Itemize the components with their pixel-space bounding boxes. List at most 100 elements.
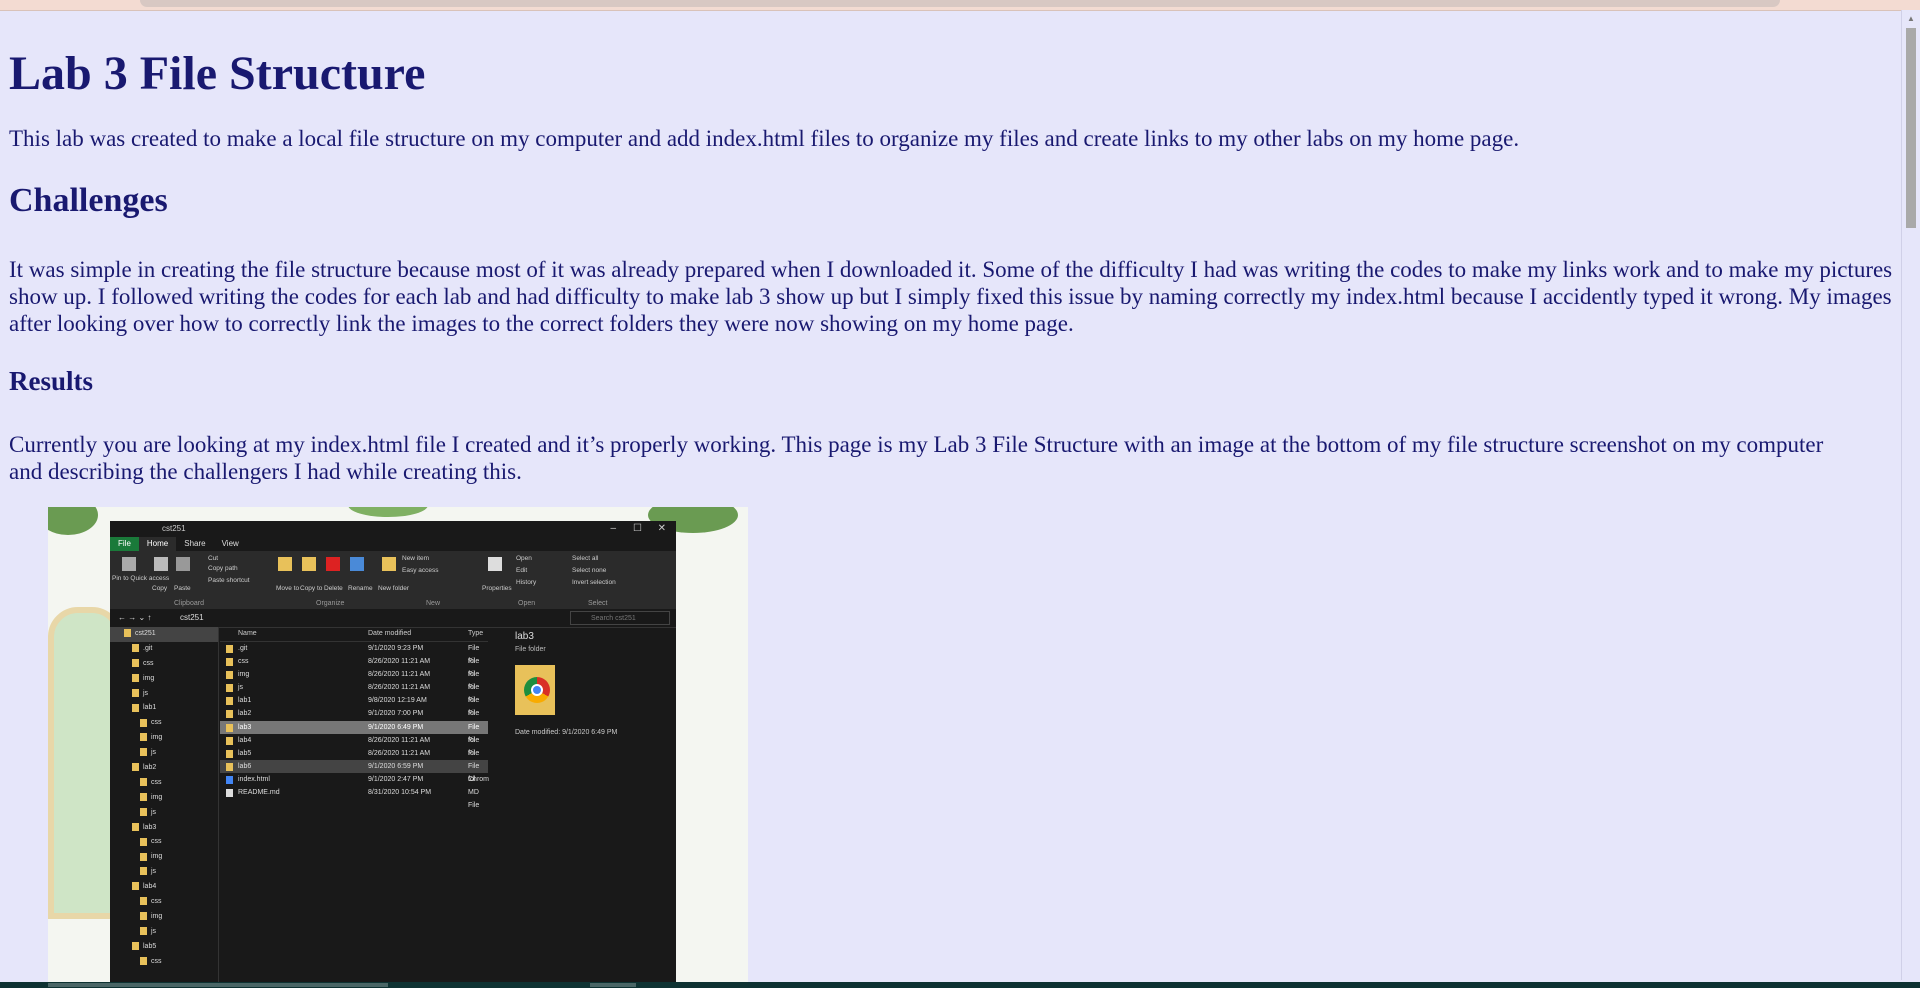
tree-item-label: img xyxy=(151,912,163,920)
challenges-heading: Challenges xyxy=(9,181,168,219)
tree-item: js xyxy=(110,687,218,702)
file-date: 9/1/2020 6:49 PM xyxy=(368,723,424,731)
rename-icon xyxy=(350,557,364,571)
ribbon-label: Properties xyxy=(482,585,512,592)
ribbon-label: Copy xyxy=(152,585,168,592)
file-list: Name Date modified Type .git 9/1/2020 9:2… xyxy=(220,627,489,809)
column-date: Date modified xyxy=(368,630,412,637)
explorer-search: Search cst251 xyxy=(570,611,670,625)
folder-icon xyxy=(132,882,139,891)
folder-icon xyxy=(132,941,139,950)
preview-date: Date modified: 9/1/2020 6:49 PM xyxy=(515,729,665,736)
ribbon-label: Select all xyxy=(572,555,599,562)
ribbon-label: Delete xyxy=(324,585,343,592)
tree-item: img xyxy=(110,910,218,925)
file-name: js xyxy=(238,684,244,692)
tree-item: img xyxy=(110,791,218,806)
tree-item-label: .git xyxy=(143,644,153,652)
folder-icon xyxy=(132,688,139,697)
file-date: 8/26/2020 11:21 AM xyxy=(368,736,431,744)
ribbon-label: Select none xyxy=(572,567,607,574)
tree-item-label: css xyxy=(143,659,154,667)
file-row: lab29/1/2020 7:00 PMFile fol xyxy=(220,707,488,731)
move-to-icon xyxy=(278,557,292,571)
taskbar-segment xyxy=(48,983,388,987)
tree-item: css xyxy=(110,835,218,850)
folder-icon xyxy=(132,703,139,712)
scroll-up-icon[interactable]: ▲ xyxy=(1907,14,1915,23)
folder-icon xyxy=(132,658,139,667)
folder-icon xyxy=(140,912,147,921)
close-icon: ✕ xyxy=(657,523,666,534)
folder-icon xyxy=(140,897,147,906)
file-name: .git xyxy=(238,645,248,652)
folder-icon xyxy=(140,807,147,816)
file-icon xyxy=(226,789,233,798)
tree-item: css xyxy=(110,895,218,910)
file-name: lab4 xyxy=(238,736,252,744)
file-row: css 8/26/2020 11:21 AM File fol xyxy=(220,655,488,678)
chrome-file-icon xyxy=(226,775,233,784)
ribbon-label: Rename xyxy=(348,585,373,592)
file-name: lab6 xyxy=(238,762,252,770)
folder-icon xyxy=(140,926,147,935)
ribbon-label: History xyxy=(516,579,537,586)
folder-icon xyxy=(226,749,233,758)
tree-item-label: css xyxy=(151,838,162,846)
tree-item: lab5 xyxy=(110,940,218,955)
preview-type: File folder xyxy=(515,646,546,653)
ribbon-label: Move to xyxy=(276,585,300,592)
tree-item-label: lab4 xyxy=(143,883,157,891)
file-name: lab2 xyxy=(238,710,252,718)
file-date: 9/8/2020 12:19 AM xyxy=(368,697,427,705)
file-name: css xyxy=(238,658,249,666)
maximize-icon: ☐ xyxy=(633,523,642,534)
tree-item: cst251 xyxy=(110,627,218,642)
folder-icon xyxy=(140,792,147,801)
copy-icon xyxy=(154,557,168,571)
tree-item: img xyxy=(110,850,218,865)
file-list-header: Name Date modified Type xyxy=(220,627,488,642)
tree-item-label: js xyxy=(151,927,157,935)
page-scrollbar[interactable]: ▲ xyxy=(1901,10,1920,980)
file-name: img xyxy=(238,671,250,679)
ribbon-label: Edit xyxy=(516,567,528,574)
folder-icon xyxy=(226,697,233,706)
address-bar[interactable] xyxy=(140,0,1780,7)
tree-item: css xyxy=(110,955,218,970)
folder-icon xyxy=(140,852,147,861)
folder-icon xyxy=(226,710,233,719)
folder-icon xyxy=(132,822,139,831)
page-title: Lab 3 File Structure xyxy=(9,47,426,100)
file-row: lab58/26/2020 11:21 AMFile fol xyxy=(220,747,488,770)
group-label: Clipboard xyxy=(174,600,204,607)
window-title: cst251 xyxy=(162,524,186,533)
intro-paragraph: This lab was created to make a local fil… xyxy=(9,126,1520,152)
tab-view: View xyxy=(221,539,239,548)
tree-item-label: js xyxy=(151,808,157,816)
folder-icon xyxy=(515,665,555,715)
tree-item: lab4 xyxy=(110,880,218,895)
folder-icon xyxy=(226,645,233,653)
ribbon-label: Paste shortcut xyxy=(208,577,250,584)
file-name: lab1 xyxy=(238,697,252,705)
tree-item: js xyxy=(110,865,218,880)
tree-item: lab3 xyxy=(110,821,218,836)
scrollbar-thumb[interactable] xyxy=(1906,28,1916,228)
folder-icon xyxy=(140,778,147,787)
results-heading: Results xyxy=(9,365,94,396)
tree-item-label: css xyxy=(151,898,162,906)
file-row: .git 9/1/2020 9:23 PM File fol xyxy=(220,642,488,665)
explorer-titlebar: cst251 – ☐ ✕ xyxy=(110,521,676,537)
folder-icon xyxy=(132,673,139,682)
properties-icon xyxy=(488,557,502,571)
tree-item-label: css xyxy=(151,957,162,965)
tree-item: lab1 xyxy=(110,701,218,716)
folder-icon xyxy=(132,644,139,653)
file-date: 8/31/2020 10:54 PM xyxy=(368,789,432,797)
file-row: js 8/26/2020 11:21 AM File fol xyxy=(220,681,488,704)
pin-icon xyxy=(122,557,136,571)
tree-item-label: js xyxy=(151,868,157,876)
tree-item: js xyxy=(110,925,218,940)
tree-item-label: css xyxy=(151,778,162,786)
